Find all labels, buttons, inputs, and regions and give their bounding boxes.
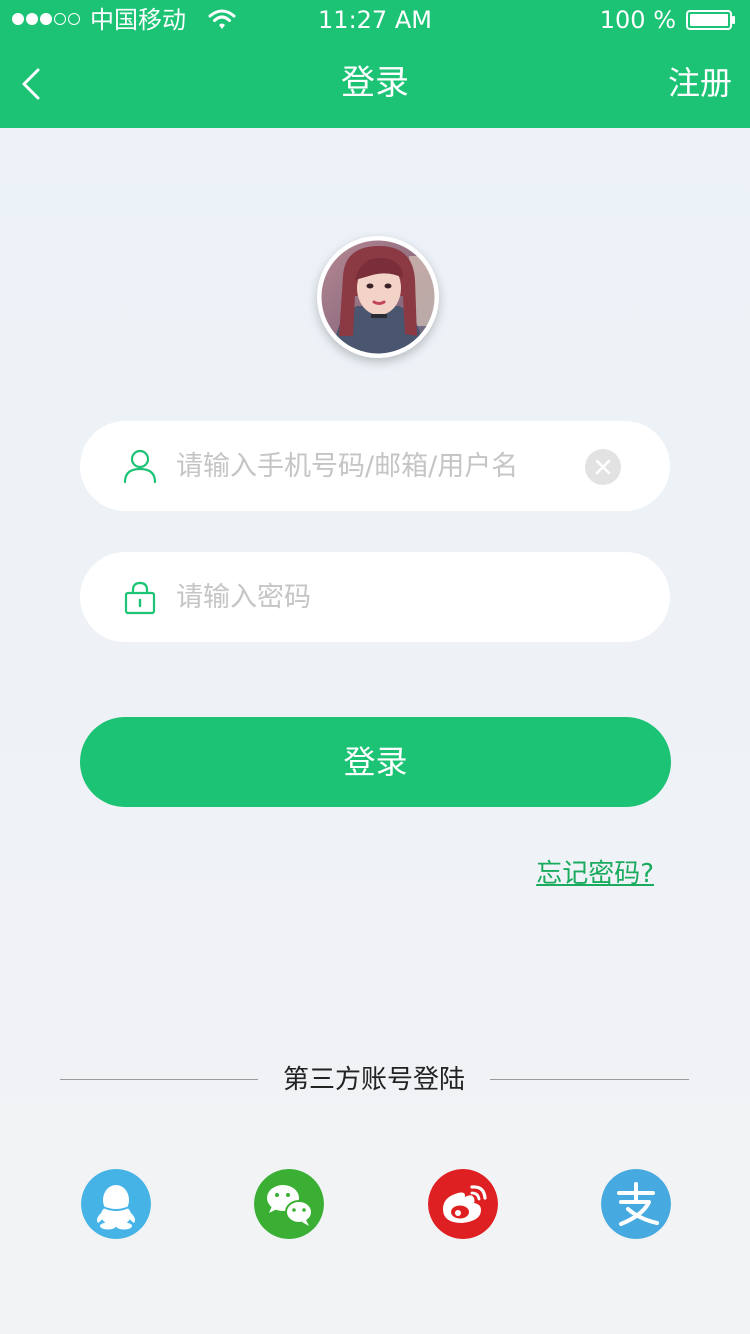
close-icon: [595, 459, 611, 475]
username-input[interactable]: [176, 441, 576, 491]
back-button[interactable]: [14, 62, 54, 106]
battery-icon: [686, 10, 735, 30]
page-title: 登录: [341, 63, 409, 103]
username-field: [80, 421, 670, 511]
third-party-title: 第三方账号登陆: [282, 1065, 465, 1095]
wechat-login-button[interactable]: [254, 1169, 324, 1239]
qq-login-button[interactable]: [81, 1169, 151, 1239]
status-bar: 中国移动 11:27 AM 100 %: [0, 0, 750, 40]
alipay-icon: [601, 1169, 671, 1239]
lock-icon: [124, 581, 156, 615]
forgot-password-link[interactable]: 忘记密码?: [536, 856, 654, 892]
alipay-login-button[interactable]: [601, 1169, 671, 1239]
password-input[interactable]: [176, 572, 576, 622]
qq-icon: [81, 1169, 151, 1239]
weibo-login-button[interactable]: [428, 1169, 498, 1239]
register-button[interactable]: 注册: [668, 60, 732, 106]
weibo-icon: [428, 1169, 498, 1239]
wechat-icon: [254, 1169, 324, 1239]
header: 中国移动 11:27 AM 100 % 登录 注册: [0, 0, 750, 128]
divider-right: [490, 1079, 689, 1080]
login-button[interactable]: 登录: [80, 717, 671, 807]
chevron-left-icon: [22, 68, 40, 100]
user-icon: [123, 449, 157, 484]
battery-percent: 100 %: [599, 6, 676, 34]
divider-left: [60, 1079, 258, 1080]
password-field: [80, 552, 670, 642]
avatar: [317, 236, 439, 358]
clear-input-button[interactable]: [585, 449, 621, 485]
